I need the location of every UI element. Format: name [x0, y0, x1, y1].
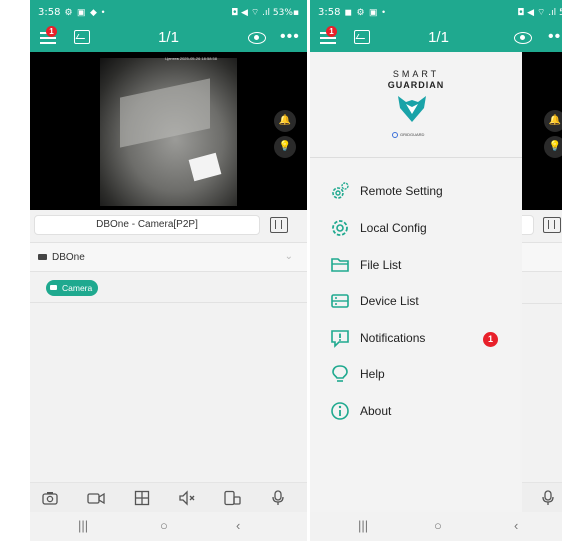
system-nav-bar: ||| ○ ‹: [310, 512, 562, 541]
system-nav-bar: ||| ○ ‹: [30, 512, 307, 541]
video-view[interactable]: Цептев 2025-05-26 18:58:58 🔔 💡: [30, 52, 307, 210]
camera-name-field[interactable]: DBOne - Camera[P2P]: [34, 215, 260, 235]
menu-notifications[interactable]: Notifications 1: [310, 322, 522, 352]
status-bar: 3:58 ◼ ⚙ ▣ • ◘ ◀ ⌔ .ıl 53%: [310, 0, 562, 24]
logo-sub: GRIDGUARD: [392, 132, 424, 138]
info-icon: [331, 402, 349, 420]
playback-icon: [543, 217, 561, 233]
camera-chip[interactable]: Camera: [46, 280, 99, 296]
more-icon[interactable]: •••: [280, 28, 300, 46]
grid-icon[interactable]: [134, 490, 150, 506]
back-button[interactable]: ‹: [514, 518, 518, 533]
notification-badge: 1: [483, 332, 498, 347]
folder-icon: [331, 258, 349, 272]
device-list-icon: [331, 294, 349, 308]
menu-label: Notifications: [360, 331, 426, 345]
light-icon[interactable]: 💡: [274, 136, 296, 158]
bottom-toolbar: [522, 482, 562, 512]
home-button[interactable]: ○: [160, 518, 168, 533]
live-view-screen: 3:58 ⚙ ▣ ◆ • ◘ ◀ ⌔ .ıl 53%▪ 1 1/1 ••• Це…: [30, 0, 307, 541]
status-right: ◘ ◀ ⌔ .ıl 53%: [517, 7, 562, 18]
record-icon[interactable]: [87, 490, 105, 506]
bell-icon[interactable]: 🔔: [274, 110, 296, 132]
status-bar: 3:58 ⚙ ▣ ◆ • ◘ ◀ ⌔ .ıl 53%▪: [30, 0, 307, 24]
playback-icon[interactable]: [270, 217, 288, 233]
chevron-down-icon[interactable]: ⌄: [285, 251, 293, 262]
navigation-drawer: SMART GUARDIAN GRIDGUARD Remote Setting …: [310, 52, 522, 512]
menu-label: Local Config: [360, 221, 427, 235]
menu-local-config[interactable]: Local Config: [310, 212, 522, 242]
app-bar: 1 1/1 •••: [30, 24, 307, 52]
remote-setting-icon: [332, 182, 349, 199]
recent-apps-button[interactable]: |||: [78, 518, 88, 533]
switch-icon[interactable]: [224, 490, 241, 506]
status-time: 3:58: [318, 6, 341, 18]
logo-line1: SMART: [392, 69, 440, 79]
status-right: ◘ ◀ ⌔ .ıl 53%▪: [231, 7, 299, 18]
menu-label: Remote Setting: [360, 184, 443, 198]
drawer-menu-screen: 3:58 ◼ ⚙ ▣ • ◘ ◀ ⌔ .ıl 53% 1 1/1 •• 🔔 💡 …: [310, 0, 562, 541]
menu-remote-setting[interactable]: Remote Setting: [310, 175, 522, 205]
menu-help[interactable]: Help: [310, 358, 522, 388]
home-button[interactable]: ○: [434, 518, 442, 533]
mic-icon[interactable]: [270, 490, 286, 506]
menu-about[interactable]: About: [310, 395, 522, 425]
device-group-row[interactable]: DBOne ⌄: [30, 242, 307, 272]
bell-icon: 🔔: [544, 110, 562, 132]
help-icon: [332, 365, 348, 382]
menu-label: Help: [360, 367, 385, 381]
menu-label: About: [360, 404, 392, 418]
logo-line2: GUARDIAN: [387, 80, 445, 90]
video-osd: Цептев 2025-05-26 18:58:58: [165, 56, 217, 61]
mute-icon[interactable]: [178, 490, 195, 506]
status-icons: ⚙ ▣ ◆ •: [64, 6, 106, 17]
camera-feed: [100, 58, 237, 206]
eye-icon[interactable]: [248, 32, 266, 44]
more-icon[interactable]: ••: [548, 28, 561, 46]
device-label: DBOne: [52, 252, 85, 263]
menu-label: File List: [360, 258, 402, 272]
back-button[interactable]: ‹: [236, 518, 240, 533]
eye-icon[interactable]: [514, 32, 532, 44]
video-view: 🔔 💡: [522, 52, 562, 210]
camera-icon: [50, 285, 57, 290]
app-bar: 1 1/1 ••: [310, 24, 562, 52]
status-icons: ◼ ⚙ ▣ •: [344, 6, 387, 17]
device-group-row: ⌄: [522, 242, 562, 272]
camera-name-field: [522, 215, 534, 235]
device-icon: [38, 254, 47, 260]
bottom-toolbar: [30, 482, 307, 512]
light-icon: 💡: [544, 136, 562, 158]
recent-apps-button[interactable]: |||: [358, 518, 368, 533]
camera-name-row: DBOne - Camera[P2P]: [30, 212, 307, 238]
menu-file-list[interactable]: File List: [310, 249, 522, 279]
menu-label: Device List: [360, 294, 419, 308]
camera-row: Camera: [30, 273, 307, 303]
logo-area: SMART GUARDIAN GRIDGUARD: [310, 52, 522, 158]
snapshot-icon[interactable]: [42, 490, 58, 506]
notification-icon: [331, 330, 349, 348]
camera-chip-label: Camera: [62, 283, 93, 293]
local-config-icon: [332, 220, 348, 236]
mic-icon: [540, 490, 556, 506]
status-time: 3:58: [38, 6, 61, 18]
fox-shield-logo-icon: [398, 96, 426, 122]
menu-device-list[interactable]: Device List: [310, 285, 522, 315]
